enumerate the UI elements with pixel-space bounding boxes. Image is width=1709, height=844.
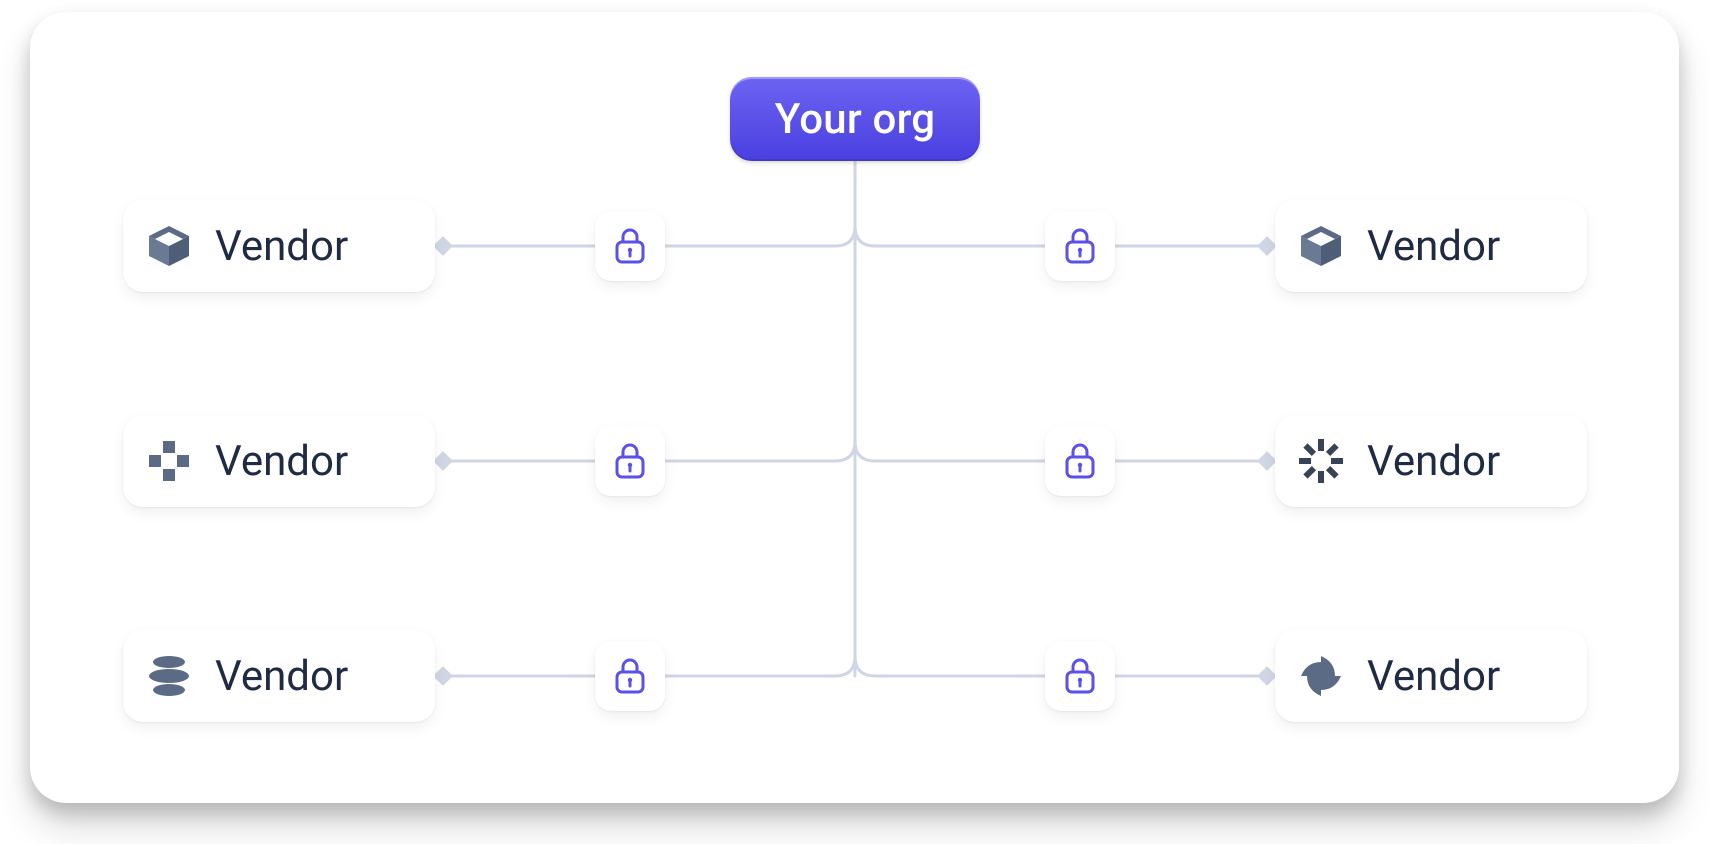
vendor-node-left-1: Vendor bbox=[123, 200, 435, 292]
vendor-swirl-icon bbox=[1297, 652, 1345, 700]
root-node: Your org bbox=[730, 77, 980, 161]
root-label: Your org bbox=[775, 95, 936, 144]
vendor-burst-icon bbox=[1297, 437, 1345, 485]
lock-badge-right-3 bbox=[1045, 641, 1115, 711]
lock-icon bbox=[612, 226, 648, 266]
vendor-stack-lines-icon bbox=[145, 652, 193, 700]
vendor-node-right-1: Vendor bbox=[1275, 200, 1587, 292]
diagram-card: Your org Vendor Vendor bbox=[30, 12, 1679, 803]
lock-badge-left-1 bbox=[595, 211, 665, 281]
vendor-node-left-2: Vendor bbox=[123, 415, 435, 507]
vendor-label: Vendor bbox=[215, 652, 348, 701]
lock-icon bbox=[1062, 441, 1098, 481]
vendor-label: Vendor bbox=[215, 222, 348, 271]
lock-badge-left-2 bbox=[595, 426, 665, 496]
diagram-canvas: Your org Vendor Vendor bbox=[0, 0, 1709, 844]
lock-badge-right-2 bbox=[1045, 426, 1115, 496]
lock-badge-right-1 bbox=[1045, 211, 1115, 281]
vendor-node-right-3: Vendor bbox=[1275, 630, 1587, 722]
lock-icon bbox=[1062, 656, 1098, 696]
vendor-node-right-2: Vendor bbox=[1275, 415, 1587, 507]
vendor-label: Vendor bbox=[215, 437, 348, 486]
vendor-label: Vendor bbox=[1367, 437, 1500, 486]
lock-icon bbox=[612, 656, 648, 696]
vendor-cube-icon bbox=[1297, 222, 1345, 270]
lock-icon bbox=[612, 441, 648, 481]
vendor-label: Vendor bbox=[1367, 652, 1500, 701]
vendor-label: Vendor bbox=[1367, 222, 1500, 271]
vendor-pixel-plus-icon bbox=[145, 437, 193, 485]
lock-icon bbox=[1062, 226, 1098, 266]
diagram-content: Your org Vendor Vendor bbox=[30, 12, 1679, 803]
vendor-cube-icon bbox=[145, 222, 193, 270]
lock-badge-left-3 bbox=[595, 641, 665, 711]
vendor-node-left-3: Vendor bbox=[123, 630, 435, 722]
